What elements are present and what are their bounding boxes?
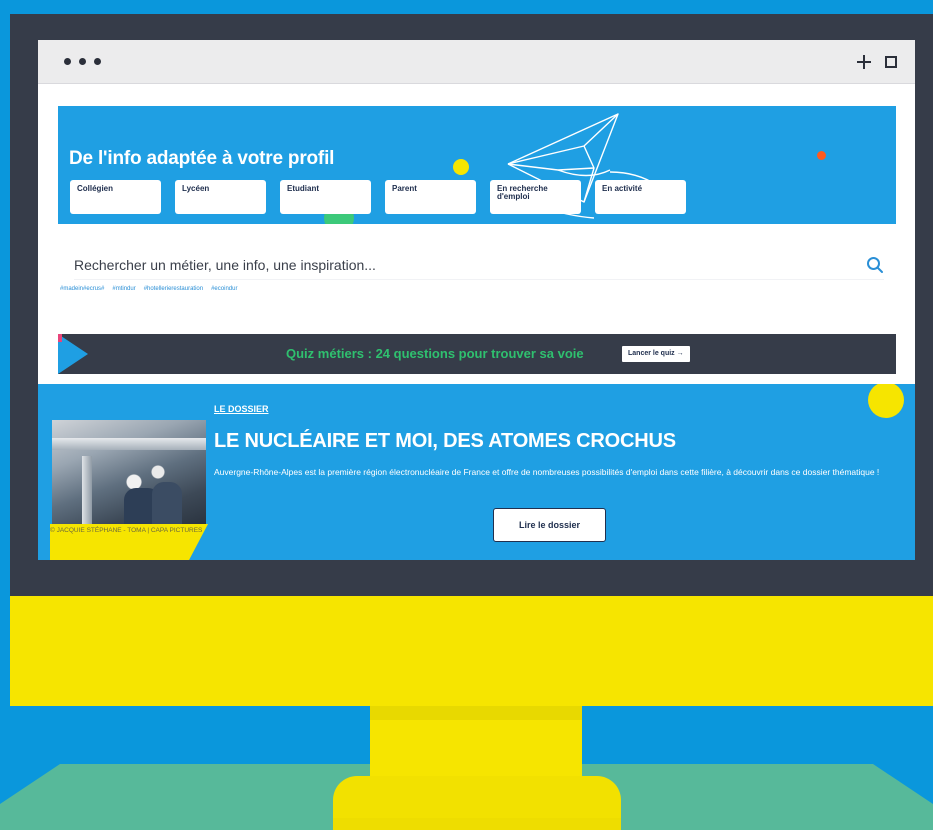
decoration-dot-orange — [817, 151, 826, 160]
profile-option-parent[interactable]: Parent — [385, 180, 476, 214]
read-dossier-button[interactable]: Lire le dossier — [493, 508, 606, 542]
profile-option-collegien[interactable]: Collégien — [70, 180, 161, 214]
dossier-section: © JACQUIE STÉPHANE - TOMA | CAPA PICTURE… — [38, 384, 915, 560]
browser-titlebar — [38, 40, 915, 84]
square-icon[interactable] — [885, 55, 897, 68]
search-tag[interactable]: #madein#ecrus# — [60, 286, 104, 292]
plus-icon[interactable] — [857, 54, 871, 69]
search-tags: #madein#ecrus# #mtindur #hotellerieresta… — [60, 286, 237, 292]
photo-detail — [52, 438, 206, 450]
profile-options: Collégien Lycéen Etudiant Parent En rech… — [70, 180, 686, 214]
search-tag[interactable]: #mtindur — [112, 286, 135, 292]
decoration-circle-yellow — [868, 384, 904, 418]
profile-title: De l'info adaptée à votre profil — [69, 148, 335, 169]
dossier-kicker[interactable]: LE DOSSIER — [214, 404, 269, 414]
search-tag[interactable]: #hotellerierestauration — [144, 286, 203, 292]
monitor-neck-shade — [370, 706, 582, 720]
decoration-dot-yellow — [453, 159, 469, 175]
quiz-banner: Quiz métiers : 24 questions pour trouver… — [58, 334, 896, 374]
photo-detail — [82, 456, 92, 524]
monitor-foot-base — [333, 818, 621, 830]
profile-option-en-activite[interactable]: En activité — [595, 180, 686, 214]
browser-window: De l'info adaptée à votre profil Collégi… — [38, 40, 915, 560]
dossier-title: LE NUCLÉAIRE ET MOI, DES ATOMES CROCHUS — [214, 430, 676, 452]
dossier-photo — [52, 420, 206, 524]
window-controls — [857, 54, 897, 69]
search-tag[interactable]: #ecoindur — [211, 286, 237, 292]
profile-option-recherche-emploi[interactable]: En recherche d'emploi — [490, 180, 581, 214]
dot — [64, 58, 71, 65]
three-dots-icon[interactable] — [64, 58, 101, 65]
quiz-text: Quiz métiers : 24 questions pour trouver… — [286, 346, 584, 361]
dossier-description: Auvergne-Rhône-Alpes est la première rég… — [214, 467, 880, 477]
monitor-chin — [10, 596, 933, 706]
photo-credit: © JACQUIE STÉPHANE - TOMA | CAPA PICTURE… — [50, 527, 203, 534]
search-icon[interactable] — [866, 256, 884, 274]
search-input[interactable] — [74, 256, 858, 273]
decoration-triangle — [58, 334, 88, 374]
launch-quiz-button[interactable]: Lancer le quiz → — [622, 346, 690, 362]
dot — [94, 58, 101, 65]
decoration-pink-mark — [58, 334, 62, 342]
profile-option-etudiant[interactable]: Etudiant — [280, 180, 371, 214]
search-bar — [74, 250, 884, 280]
photo-detail — [152, 482, 182, 524]
dot — [79, 58, 86, 65]
profile-banner: De l'info adaptée à votre profil Collégi… — [58, 106, 896, 224]
profile-option-lyceen[interactable]: Lycéen — [175, 180, 266, 214]
